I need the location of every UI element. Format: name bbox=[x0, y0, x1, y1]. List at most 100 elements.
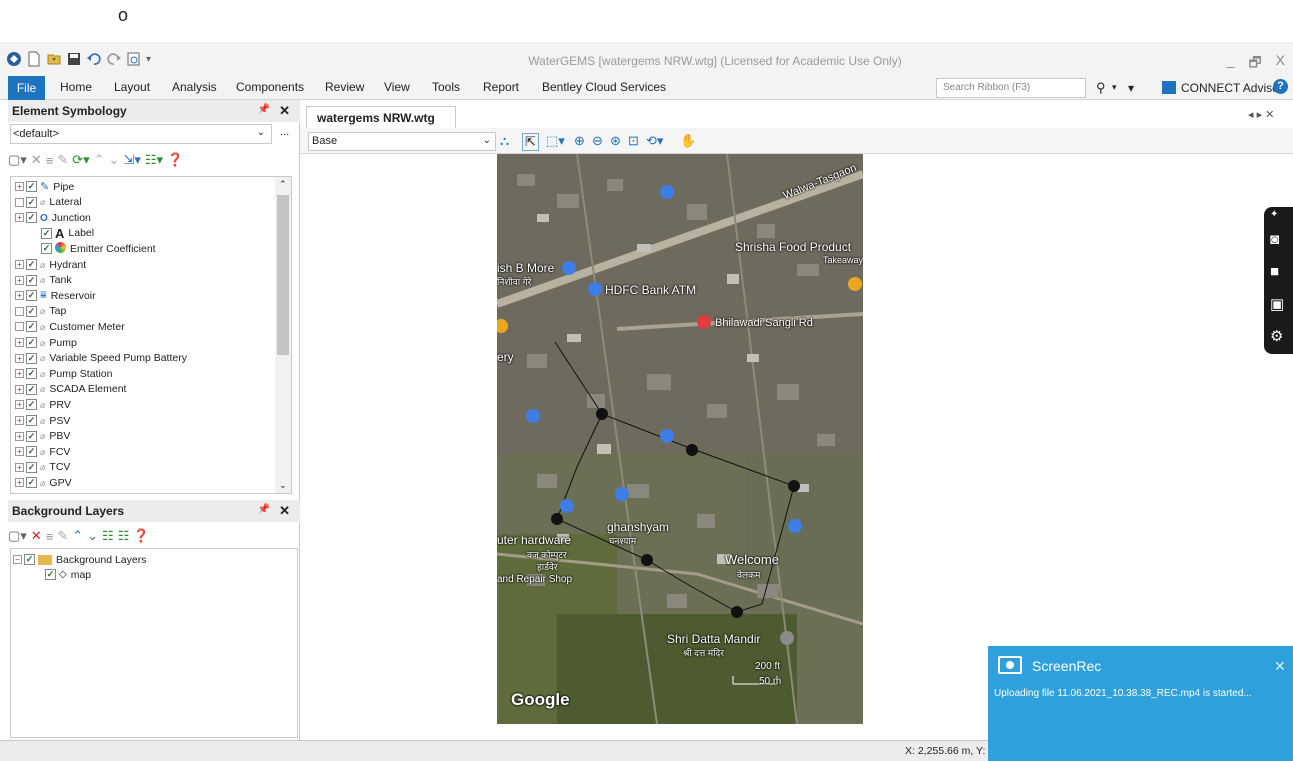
tree-item-pipe[interactable]: + ✓ ✎ Pipe bbox=[15, 179, 74, 194]
checkbox[interactable]: ✓ bbox=[26, 477, 37, 489]
checkbox[interactable]: ✓ bbox=[26, 274, 37, 286]
delete-icon[interactable]: ✕ bbox=[31, 528, 42, 544]
tree-item-customer-meter[interactable]: ✓ ⌀ Customer Meter bbox=[15, 319, 125, 334]
zoom-out-icon[interactable]: ⊖ bbox=[592, 133, 603, 149]
shift-down-icon[interactable]: ⌄ bbox=[87, 528, 98, 544]
tree-item-scada-element[interactable]: + ✓ ⌀ SCADA Element bbox=[15, 382, 126, 397]
tree-item-tank[interactable]: + ✓ ⌀ Tank bbox=[15, 273, 72, 288]
tree-item-reservoir[interactable]: + ✓ ⩸ Reservoir bbox=[15, 288, 96, 303]
checkbox[interactable]: ✓ bbox=[26, 321, 37, 333]
checkbox[interactable]: ✓ bbox=[41, 243, 52, 255]
checkbox[interactable]: ✓ bbox=[41, 227, 52, 239]
checkbox[interactable]: ✓ bbox=[45, 569, 56, 580]
pan-hand-icon[interactable]: ✋ bbox=[680, 133, 696, 149]
pin-icon[interactable]: 📌 bbox=[258, 504, 270, 515]
tab-review[interactable]: Review bbox=[325, 80, 364, 94]
checkbox[interactable]: ✓ bbox=[26, 446, 37, 458]
help-icon[interactable]: ❓ bbox=[167, 152, 183, 168]
tree-item-variable-speed-pump-battery[interactable]: + ✓ ⌀ Variable Speed Pump Battery bbox=[15, 351, 187, 366]
checkbox[interactable]: ✓ bbox=[26, 461, 37, 473]
add-folder-icon[interactable]: ☷▾ bbox=[145, 152, 163, 168]
checkbox[interactable]: ✓ bbox=[24, 554, 35, 565]
expand-icon[interactable]: + bbox=[15, 275, 24, 285]
close-button[interactable]: X bbox=[1276, 52, 1285, 76]
scenario-dropdown[interactable]: Base ⌄ bbox=[308, 132, 496, 151]
checkbox[interactable]: ✓ bbox=[26, 337, 37, 348]
help-icon[interactable]: ? bbox=[1273, 79, 1288, 94]
checkbox[interactable]: ✓ bbox=[26, 352, 37, 364]
close-panel-icon[interactable]: ✕ bbox=[279, 503, 290, 519]
new-icon[interactable]: ▢▾ bbox=[8, 528, 27, 544]
delete-icon[interactable]: ✕ bbox=[31, 152, 42, 168]
expand-icon[interactable]: + bbox=[15, 447, 24, 457]
tree-item-tap[interactable]: ✓ ⌀ Tap bbox=[15, 304, 66, 319]
checkbox[interactable]: ✓ bbox=[26, 368, 37, 380]
tree-item-fcv[interactable]: + ✓ ⌀ FCV bbox=[15, 444, 70, 459]
tree-item-map[interactable]: ✓ ◇ map bbox=[45, 567, 91, 582]
search-ribbon-input[interactable]: Search Ribbon (F3) bbox=[936, 78, 1086, 98]
checkbox[interactable]: ✓ bbox=[26, 196, 37, 208]
tab-tools[interactable]: Tools bbox=[432, 80, 460, 94]
tree-item-gpv[interactable]: + ✓ ⌀ GPV bbox=[15, 475, 72, 490]
tree-item-emitter-coefficient[interactable]: ✓ Emitter Coefficient bbox=[41, 241, 156, 256]
tab-bentley-cloud-services[interactable]: Bentley Cloud Services bbox=[542, 80, 666, 94]
pin-icon[interactable]: ✦ bbox=[1270, 209, 1278, 220]
tree-item-label[interactable]: ✓ A Label bbox=[41, 226, 94, 241]
expand-icon[interactable]: + bbox=[15, 338, 24, 347]
checkbox[interactable]: ✓ bbox=[26, 290, 37, 302]
tab-analysis[interactable]: Analysis bbox=[172, 80, 217, 94]
edit-icon[interactable]: ✎ bbox=[57, 152, 68, 168]
refresh-icon[interactable]: ⟳▾ bbox=[72, 152, 89, 168]
tree-item-prv[interactable]: + ✓ ⌀ PRV bbox=[15, 397, 71, 412]
shift-up-icon[interactable]: ⌃ bbox=[94, 152, 105, 168]
expand-icon[interactable]: + bbox=[15, 353, 24, 363]
tab-home[interactable]: Home bbox=[60, 80, 92, 94]
connect-chevron-icon[interactable]: ▾ bbox=[1128, 81, 1134, 95]
expand-icon[interactable]: + bbox=[15, 213, 24, 223]
search-dropdown-icon[interactable]: ▾ bbox=[1112, 82, 1117, 93]
help-icon[interactable]: ❓ bbox=[133, 528, 149, 544]
checkbox[interactable]: ✓ bbox=[26, 181, 37, 192]
scrollbar-thumb[interactable] bbox=[277, 195, 289, 355]
checkbox[interactable]: ✓ bbox=[26, 430, 37, 442]
shift-down-icon[interactable]: ⌄ bbox=[109, 152, 120, 168]
restore-button[interactable]: 🗗 bbox=[1249, 52, 1262, 76]
edit-icon[interactable]: ✎ bbox=[57, 528, 68, 544]
expand-icon[interactable] bbox=[15, 322, 24, 332]
expand-icon[interactable]: + bbox=[15, 369, 24, 379]
shift-up-icon[interactable]: ⌃ bbox=[72, 528, 83, 544]
expand-icon[interactable]: + bbox=[15, 431, 24, 441]
tab-nav-icons[interactable]: ◂ ▸ ✕ bbox=[1248, 108, 1274, 121]
close-icon[interactable]: ✕ bbox=[1274, 658, 1286, 675]
select-pointer-icon[interactable]: ⇱ bbox=[522, 133, 539, 151]
tree-item-pbv[interactable]: + ✓ ⌀ PBV bbox=[15, 429, 70, 444]
map-background[interactable]: Walwa-Tasgaon Shrisha Food Product Takea… bbox=[497, 154, 863, 724]
tree-item-lateral[interactable]: ✓ ⌀ Lateral bbox=[15, 195, 82, 210]
pin-icon[interactable]: 📌 bbox=[258, 104, 270, 115]
tree-item-psv[interactable]: + ✓ ⌀ PSV bbox=[15, 413, 70, 428]
tab-components[interactable]: Components bbox=[236, 80, 304, 94]
expand-icon[interactable]: + bbox=[15, 416, 24, 425]
tree-item-pump[interactable]: + ✓ ⌀ Pump bbox=[15, 335, 77, 350]
expand-icon[interactable]: + bbox=[15, 291, 24, 301]
video-icon[interactable]: ■ bbox=[1270, 263, 1279, 280]
gear-icon[interactable]: ⚙ bbox=[1270, 327, 1283, 345]
connect-advisor-button[interactable]: CONNECT Advisor bbox=[1181, 81, 1283, 95]
tree-item-tcv[interactable]: + ✓ ⌀ TCV bbox=[15, 460, 70, 475]
checkbox[interactable]: ✓ bbox=[26, 305, 37, 317]
zoom-window-icon[interactable]: ⊛ bbox=[610, 133, 621, 149]
expand-icon[interactable] bbox=[15, 306, 24, 316]
select-region-icon[interactable]: ⬚▾ bbox=[546, 133, 565, 149]
gallery-icon[interactable]: ▣ bbox=[1270, 295, 1284, 313]
tree-item-background-layers[interactable]: − ✓ Background Layers bbox=[13, 552, 146, 567]
remove-layer-icon[interactable]: ☷ bbox=[118, 528, 130, 544]
expand-icon[interactable]: + bbox=[15, 462, 24, 472]
tab-report[interactable]: Report bbox=[483, 80, 519, 94]
checkbox[interactable]: ✓ bbox=[26, 259, 37, 270]
rename-icon[interactable]: ≡ bbox=[46, 529, 54, 544]
camera-icon[interactable]: ◙ bbox=[1270, 231, 1279, 248]
rename-icon[interactable]: ≡ bbox=[46, 153, 54, 168]
tab-layout[interactable]: Layout bbox=[114, 80, 150, 94]
checkbox[interactable]: ✓ bbox=[26, 399, 37, 411]
checkbox[interactable]: ✓ bbox=[26, 212, 37, 224]
